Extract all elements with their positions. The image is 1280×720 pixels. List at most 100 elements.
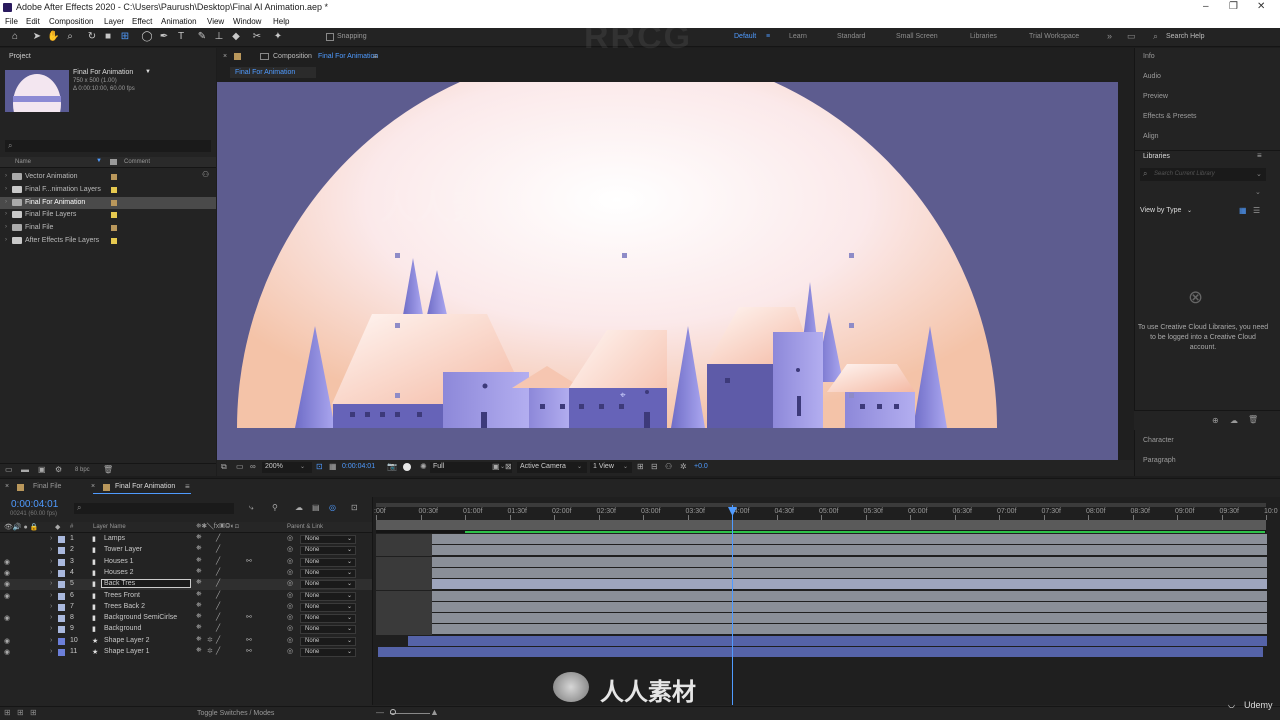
display-icon[interactable]: ▭: [236, 462, 244, 471]
project-item[interactable]: › Final F...nimation Layers: [0, 184, 216, 196]
info-panel-tab[interactable]: Info: [1143, 53, 1155, 60]
layer-bar[interactable]: [432, 590, 1267, 602]
label-color-swatch[interactable]: [58, 592, 65, 600]
layer-row[interactable]: ◉ › 10 ★ Shape Layer 2 ⛯ ✲ ╱ ⚯ ◎ None ⌄: [0, 636, 372, 647]
quality-icon[interactable]: ╱: [216, 579, 220, 587]
layer-row[interactable]: ◉ › 4 ▮ Houses 2 ⛯ ╱ ◎ None ⌄: [0, 568, 372, 579]
pickwhip-icon[interactable]: ◎: [287, 568, 293, 576]
label-color-swatch[interactable]: [111, 225, 117, 232]
layer-search-input[interactable]: ⌕: [74, 503, 234, 514]
layer-name[interactable]: Trees Back 2: [104, 603, 145, 610]
collapse-icon[interactable]: ✲: [207, 647, 213, 655]
label-color-swatch[interactable]: [58, 615, 65, 623]
brush-tool-icon[interactable]: ✎: [196, 31, 208, 43]
menu-effect[interactable]: Effect: [132, 17, 152, 26]
project-item[interactable]: › Final File Layers: [0, 209, 216, 221]
label-color-swatch[interactable]: [58, 536, 65, 543]
shy-icon[interactable]: ⛯: [196, 534, 202, 542]
hand-tool-icon[interactable]: ✋: [47, 31, 59, 43]
shy-layers-icon[interactable]: ☁: [295, 503, 303, 512]
quality-icon[interactable]: ╱: [216, 557, 220, 565]
effects-presets-panel-tab[interactable]: Effects & Presets: [1143, 113, 1197, 120]
layer-bar[interactable]: [432, 556, 1267, 568]
zoom-slider-handle[interactable]: [390, 709, 396, 715]
label-color-swatch[interactable]: [111, 186, 117, 193]
layer-name[interactable]: Shape Layer 1: [104, 648, 150, 655]
exposure-value[interactable]: +0.0: [694, 463, 708, 470]
camera-tool-icon[interactable]: ■: [102, 31, 114, 43]
layer-bar[interactable]: [432, 601, 1267, 613]
layer-row[interactable]: ◉ › 6 ▮ Trees Front ⛯ ╱ ◎ None ⌄: [0, 591, 372, 602]
quality-icon[interactable]: ╱: [216, 647, 220, 655]
quality-icon[interactable]: ╱: [216, 545, 220, 553]
close-icon[interactable]: ✕: [1257, 1, 1265, 12]
label-color-swatch[interactable]: [111, 174, 117, 180]
chevron-right-icon[interactable]: ›: [50, 603, 52, 610]
timeline-tab-final-file[interactable]: Final File: [33, 483, 61, 490]
toggle-pixel-aspect-icon[interactable]: ⊞: [637, 462, 644, 471]
parent-dropdown[interactable]: None ⌄: [300, 636, 356, 646]
layer-bar[interactable]: [432, 534, 1267, 545]
close-tab-icon[interactable]: ×: [223, 53, 227, 60]
pickwhip-icon[interactable]: ◎: [287, 647, 293, 655]
chevron-right-icon[interactable]: ›: [5, 186, 7, 192]
chevron-right-icon[interactable]: ›: [5, 211, 7, 217]
parent-dropdown[interactable]: None ⌄: [300, 625, 356, 635]
library-search-input[interactable]: ⌕ Search Current Library ⌄: [1140, 168, 1266, 181]
comp-viewer[interactable]: ⌖: [217, 82, 1118, 460]
current-time-indicator[interactable]: [732, 505, 733, 705]
minimize-icon[interactable]: –: [1203, 1, 1209, 12]
eye-icon[interactable]: ◉: [4, 637, 10, 645]
flowchart-icon[interactable]: ⚇: [665, 462, 672, 471]
shy-icon[interactable]: ⛯: [196, 613, 202, 621]
link-icon[interactable]: ⚯: [246, 557, 252, 565]
shy-icon[interactable]: ⛯: [196, 557, 202, 565]
link-icon[interactable]: ⚯: [246, 647, 252, 655]
parent-dropdown[interactable]: None ⌄: [300, 546, 356, 556]
workspace-small-screen[interactable]: Small Screen: [896, 33, 938, 40]
label-color-swatch[interactable]: [58, 626, 65, 634]
menu-animation[interactable]: Animation: [161, 17, 197, 26]
resolution-dropdown[interactable]: Full ⌄: [430, 462, 512, 473]
eye-icon[interactable]: ◉: [4, 569, 10, 577]
add-library-icon[interactable]: ⊕: [1212, 416, 1219, 425]
pickwhip-icon[interactable]: ◎: [287, 602, 293, 610]
transfer-controls-icon[interactable]: ⊞: [17, 708, 24, 717]
layer-name[interactable]: Tower Layer: [104, 546, 142, 553]
transparency-grid-icon[interactable]: ▦: [329, 462, 337, 471]
roto-tool-icon[interactable]: ✂: [251, 31, 263, 43]
eye-icon[interactable]: ◉: [4, 580, 10, 588]
puppet-tool-icon[interactable]: ✦: [272, 31, 284, 43]
project-item[interactable]: › Vector Animation: [0, 171, 216, 183]
chevron-right-icon[interactable]: ›: [5, 173, 7, 179]
workspace-default[interactable]: Default: [734, 33, 756, 40]
zoom-tool-icon[interactable]: ⌕: [64, 31, 76, 43]
search-help-input[interactable]: Search Help: [1166, 33, 1205, 40]
label-color-swatch[interactable]: [111, 199, 117, 206]
grid-view-icon[interactable]: ▦: [1239, 206, 1247, 215]
pickwhip-icon[interactable]: ◎: [287, 624, 293, 632]
anchor-tool-icon[interactable]: ⊞: [119, 31, 131, 43]
rotate-tool-icon[interactable]: ↻: [86, 31, 98, 43]
sync-icon[interactable]: ▭: [1127, 31, 1136, 42]
trash-icon[interactable]: 🗑: [1248, 415, 1258, 424]
layer-name[interactable]: Houses 2: [104, 569, 134, 576]
eye-icon[interactable]: ◉: [4, 648, 10, 656]
menu-edit[interactable]: Edit: [26, 17, 40, 26]
pickwhip-icon[interactable]: ◎: [287, 579, 293, 587]
layer-name[interactable]: Background: [104, 625, 141, 632]
chevron-right-icon[interactable]: ›: [50, 535, 52, 542]
layer-row[interactable]: › 9 ▮ Background ⛯ ╱ ◎ None ⌄: [0, 624, 372, 635]
layer-bar[interactable]: [432, 545, 1267, 557]
quality-icon[interactable]: ╱: [216, 636, 220, 644]
comp-header-name[interactable]: Final For Animation: [318, 53, 378, 60]
chevron-right-icon[interactable]: ›: [50, 592, 52, 599]
libraries-panel-tab[interactable]: Libraries: [1143, 153, 1170, 160]
maximize-icon[interactable]: ❐: [1229, 1, 1238, 12]
chevron-right-icon[interactable]: ›: [50, 569, 52, 576]
more-workspaces-icon[interactable]: »: [1107, 31, 1112, 41]
label-color-swatch[interactable]: [58, 558, 65, 566]
eye-icon[interactable]: ◉: [4, 558, 10, 566]
home-icon[interactable]: ⌂: [9, 31, 21, 43]
bpc-label[interactable]: 8 bpc: [75, 467, 90, 473]
